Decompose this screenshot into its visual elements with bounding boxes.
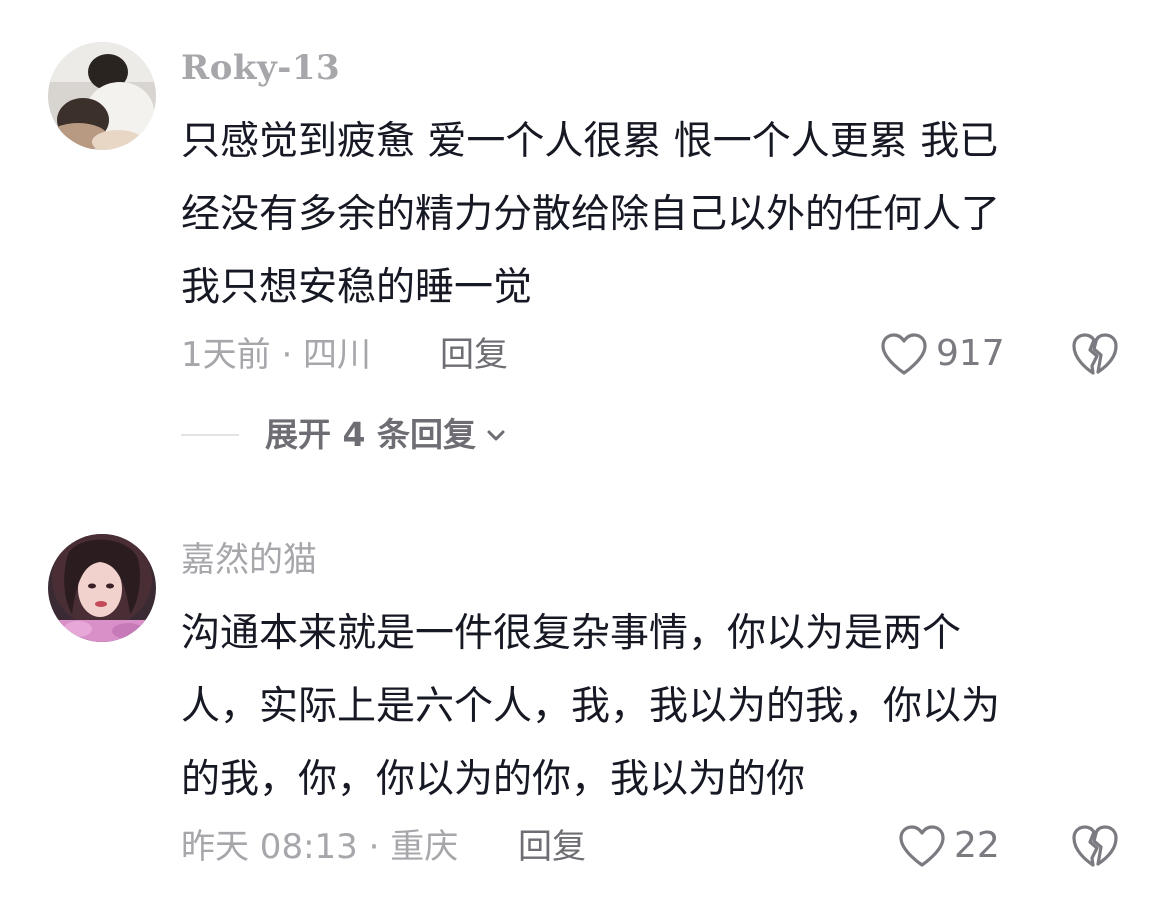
comment-text-line: 沟通本来就是一件很复杂事情，你以为是两个 xyxy=(181,611,962,656)
comment-text-line: 人，实际上是六个人，我，我以为的我，你以为 xyxy=(181,684,1001,729)
comment-text-line: 的我，你，你以为的你，我以为的你 xyxy=(181,757,806,802)
avatar[interactable] xyxy=(48,534,156,642)
like-button[interactable]: 22 xyxy=(898,824,1000,868)
dislike-button[interactable] xyxy=(1071,824,1119,872)
like-count: 22 xyxy=(954,825,1000,866)
comment-meta: 昨天 08:13 · 重庆 xyxy=(181,827,459,867)
reply-button[interactable]: 回复 xyxy=(518,827,586,867)
username[interactable]: 嘉然的猫 xyxy=(181,540,317,580)
broken-heart-icon xyxy=(1072,825,1118,867)
comment-item: 嘉然的猫 沟通本来就是一件很复杂事情，你以为是两个 人，实际上是六个人，我，我以… xyxy=(0,0,1169,909)
comment-text: 沟通本来就是一件很复杂事情，你以为是两个 人，实际上是六个人，我，我以为的我，你… xyxy=(181,597,1121,816)
avatar-image xyxy=(48,534,156,642)
heart-outline-icon xyxy=(899,825,945,867)
